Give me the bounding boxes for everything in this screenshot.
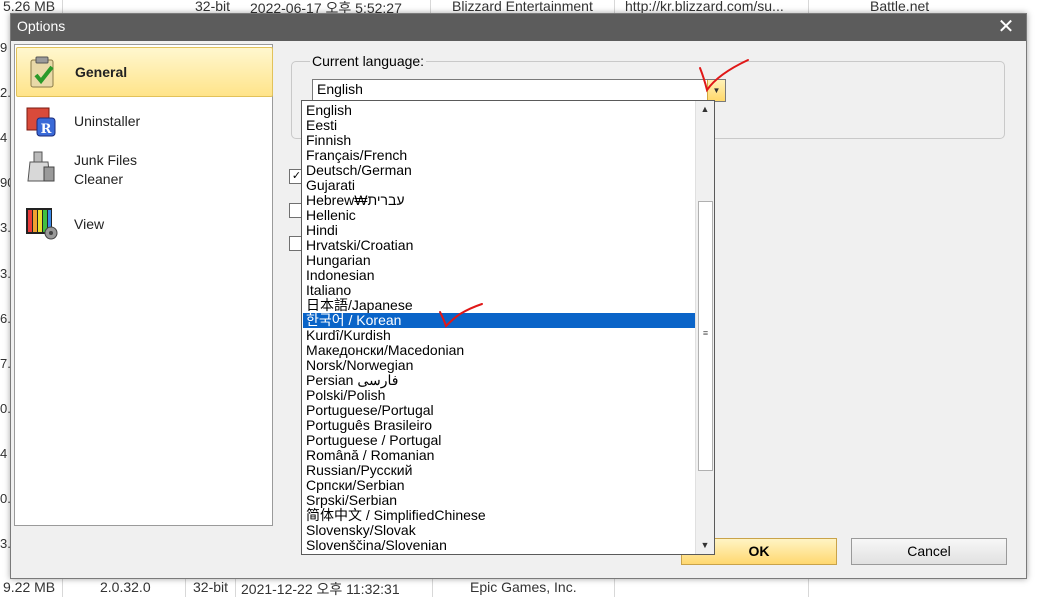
language-option[interactable]: 日本語/Japanese <box>303 298 696 313</box>
language-option[interactable]: Hellenic <box>303 208 696 223</box>
language-option[interactable]: Italiano <box>303 283 696 298</box>
options-sidebar: General R Uninstaller Junk Files Cleaner <box>14 44 273 526</box>
annotation-checkmark-icon <box>439 303 483 328</box>
language-option[interactable]: Indonesian <box>303 268 696 283</box>
dialog-titlebar[interactable]: Options ✕ <box>11 14 1026 41</box>
cancel-button[interactable]: Cancel <box>851 538 1007 565</box>
language-option[interactable]: Gujarati <box>303 178 696 193</box>
annotation-checkmark-icon <box>699 59 749 93</box>
bg-size: 9.22 MB <box>3 579 56 595</box>
language-option[interactable]: Kurdî/Kurdish <box>303 328 696 343</box>
svg-text:R: R <box>41 122 52 137</box>
sidebar-item-label: Junk Files Cleaner <box>74 152 138 187</box>
language-option[interactable]: Hungarian <box>303 253 696 268</box>
bg-publisher: Epic Games, Inc. <box>470 579 577 595</box>
background-row-bottom: 9.22 MB 2.0.32.0 32-bit 2021-12-22 오후 11… <box>0 578 1043 597</box>
language-option[interactable]: Polski/Polish <box>303 388 696 403</box>
sidebar-item-general[interactable]: General <box>16 47 273 97</box>
language-option[interactable]: Română / Romanian <box>303 448 696 463</box>
language-option[interactable]: 简体中文 / SimplifiedChinese <box>303 508 696 523</box>
language-option[interactable]: Hrvatski/Croatian <box>303 238 696 253</box>
scroll-up-arrow-icon[interactable]: ▲ <box>696 101 714 118</box>
bg-version: 2.0.32.0 <box>100 579 151 595</box>
scroll-down-arrow-icon[interactable]: ▼ <box>696 537 714 554</box>
bg-url: http://kr.blizzard.com/su... <box>625 0 784 14</box>
language-select-value: English <box>317 81 363 97</box>
language-dropdown-list[interactable]: English Eesti Finnish Français/French Deutsc… <box>301 100 715 555</box>
language-option[interactable]: Russian/Русский <box>303 463 696 478</box>
language-option[interactable]: Hebrew₩עברית <box>303 193 696 208</box>
bg-name: Battle.net <box>870 0 930 14</box>
language-select[interactable]: English ▼ <box>312 79 726 102</box>
language-option[interactable]: Slovenščina/Slovenian <box>303 538 696 553</box>
language-option[interactable]: Persian فارسی <box>303 373 696 388</box>
sidebar-item-uninstaller[interactable]: R Uninstaller <box>16 101 271 141</box>
language-option[interactable]: Français/French <box>303 148 696 163</box>
bg-size: 5.26 MB <box>3 0 56 14</box>
bg-date: 2021-12-22 오후 11:32:31 <box>241 581 400 597</box>
language-option[interactable]: English <box>303 103 696 118</box>
view-grid-icon <box>26 208 58 240</box>
close-button[interactable]: ✕ <box>986 14 1026 41</box>
bg-arch: 32-bit <box>193 579 229 595</box>
current-language-label: Current language: <box>310 53 427 69</box>
language-option[interactable]: Македонски/Macedonian <box>303 343 696 358</box>
scrollbar-thumb[interactable]: ≡ <box>698 201 713 471</box>
language-option[interactable]: Slovensky/Slovak <box>303 523 696 538</box>
language-option[interactable]: 한국어 / Korean <box>303 313 696 328</box>
bg-arch: 32-bit <box>195 0 231 14</box>
clipboard-check-icon <box>30 56 54 88</box>
dialog-title: Options <box>17 18 66 34</box>
sidebar-item-junk-files-cleaner[interactable]: Junk Files Cleaner <box>16 143 271 199</box>
dropdown-scrollbar[interactable]: ▲ ≡ ▼ <box>695 101 714 554</box>
sidebar-item-label: Uninstaller <box>74 113 141 129</box>
language-option[interactable]: Norsk/Norwegian <box>303 358 696 373</box>
sidebar-item-label: View <box>74 216 105 232</box>
language-option[interactable]: Српски/Serbian <box>303 478 696 493</box>
language-option[interactable]: Deutsch/German <box>303 163 696 178</box>
language-option[interactable]: Hindi <box>303 223 696 238</box>
sidebar-item-view[interactable]: View <box>16 203 271 245</box>
language-option[interactable]: Português Brasileiro <box>303 418 696 433</box>
uninstaller-icon: R <box>26 107 56 137</box>
language-option[interactable]: Eesti <box>303 118 696 133</box>
language-option[interactable]: Portuguese / Portugal <box>303 433 696 448</box>
language-option[interactable]: Portuguese/Portugal <box>303 403 696 418</box>
language-option[interactable]: Srpski/Serbian <box>303 493 696 508</box>
bg-publisher: Blizzard Entertainment <box>452 0 593 14</box>
grip-icon: ≡ <box>702 328 709 338</box>
language-option[interactable]: Finnish <box>303 133 696 148</box>
junk-cleaner-icon <box>27 151 55 182</box>
close-icon: ✕ <box>997 16 1015 38</box>
sidebar-item-label: General <box>75 64 128 80</box>
